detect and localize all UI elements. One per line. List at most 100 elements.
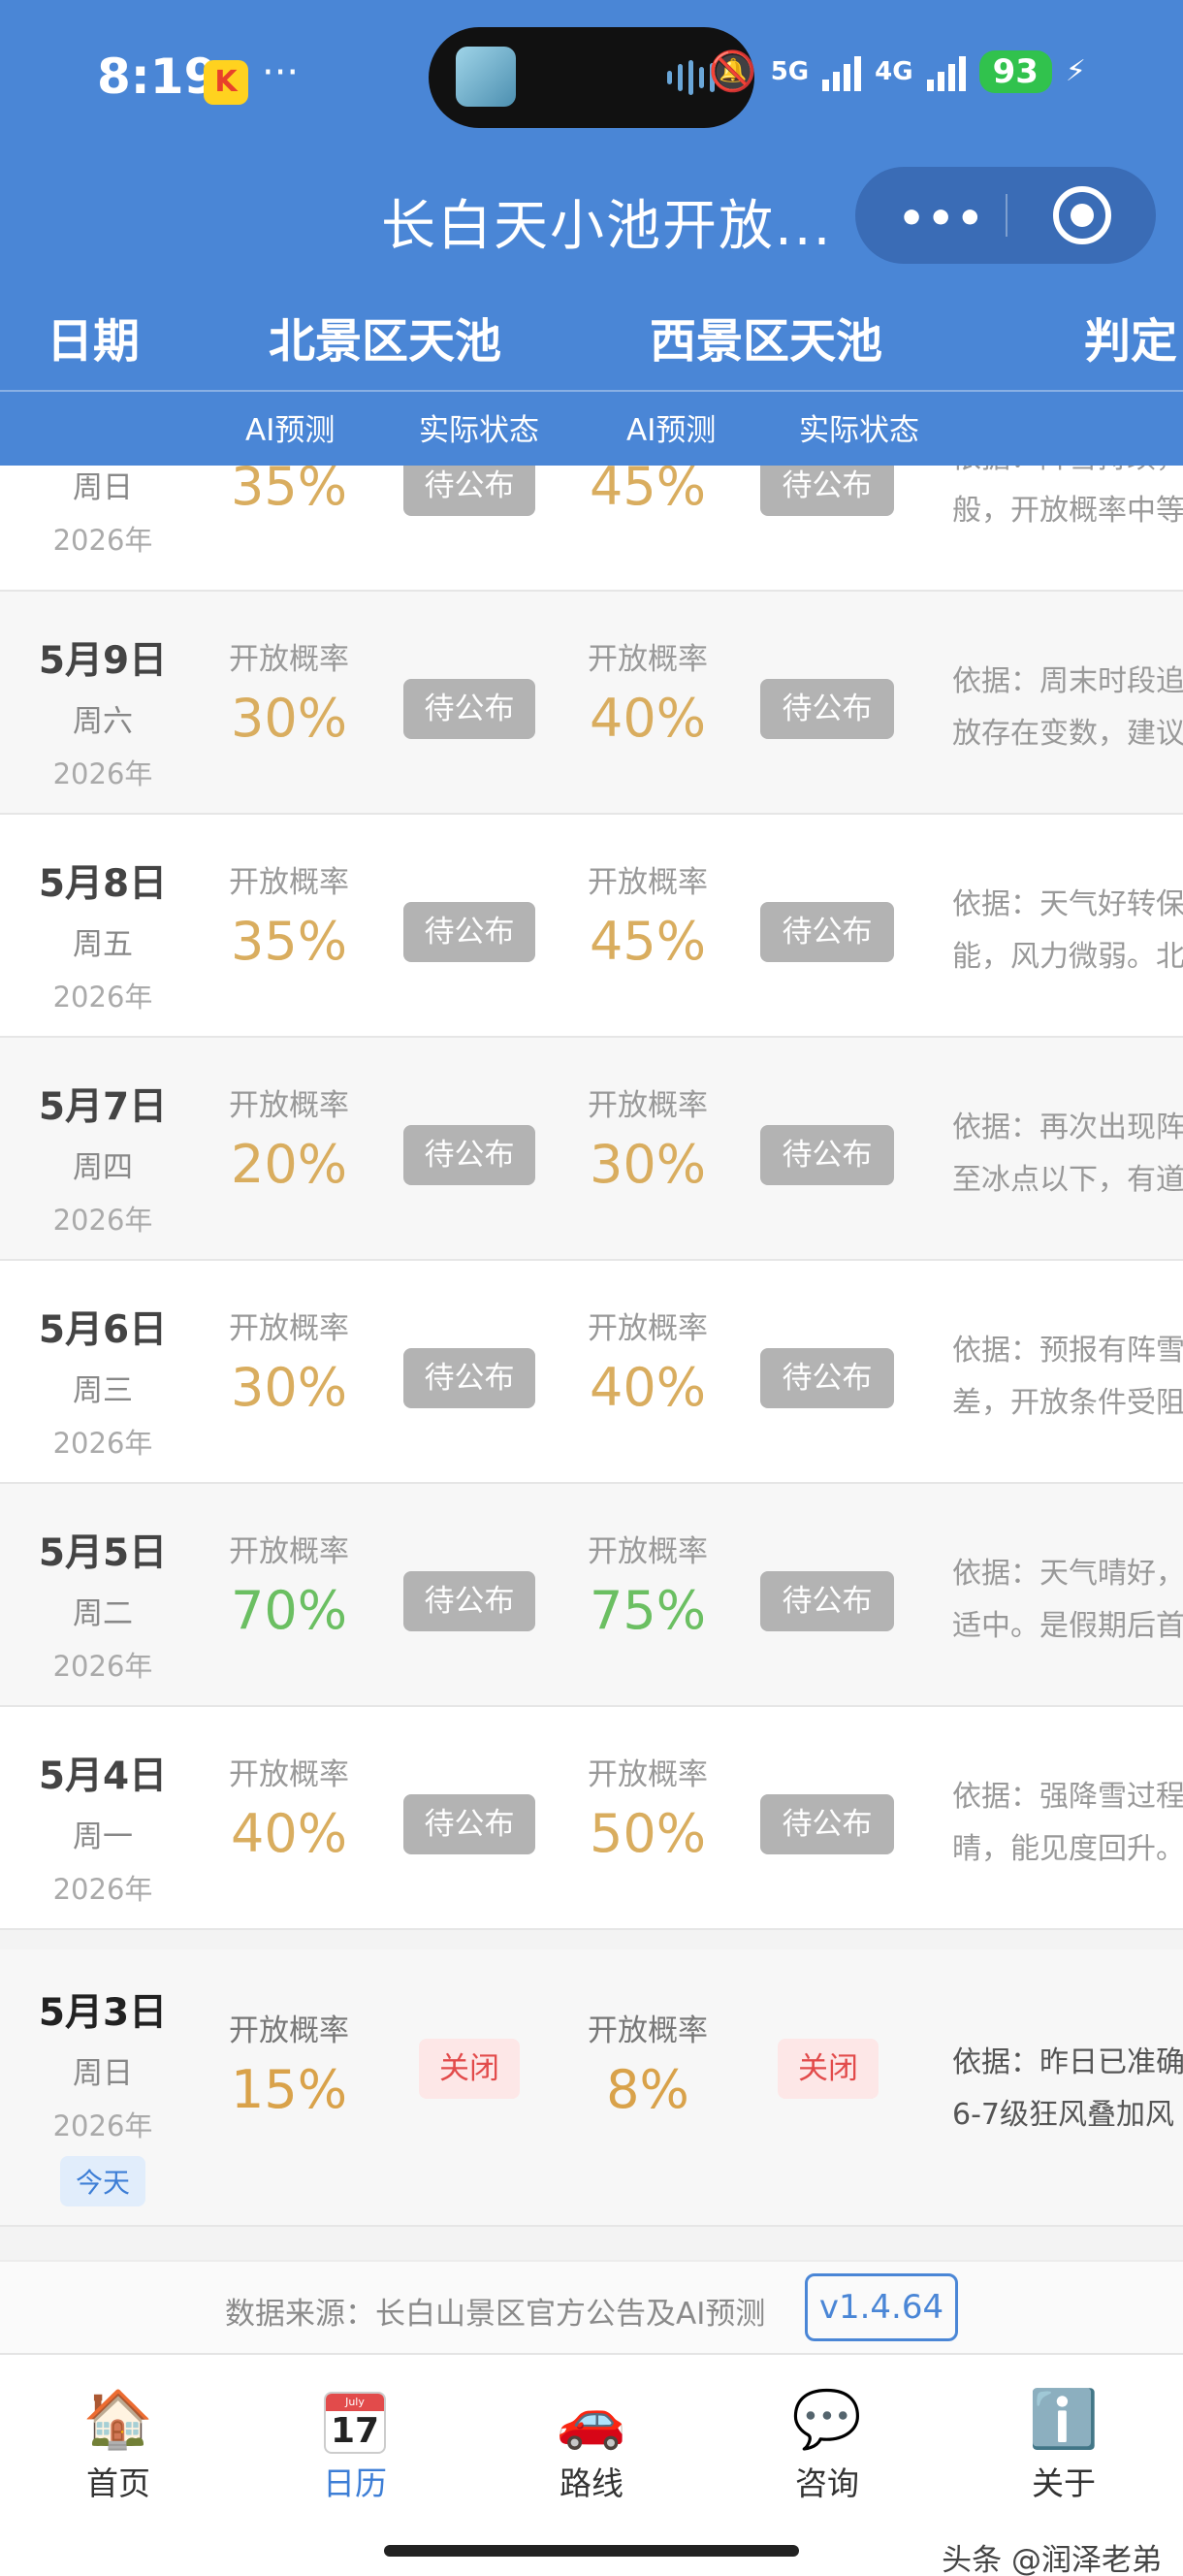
basis-text: 依据：天气好转保 能，风力微弱。北 <box>952 879 1183 983</box>
today-badge: 今天 <box>59 2156 145 2206</box>
prob-value: 35% <box>230 911 348 972</box>
prob-label: 开放概率 <box>229 1311 349 1346</box>
table-row[interactable]: 5月6日 周三 2026年 开放概率 30% 待公布 开放概率 40% 待公布 … <box>0 1261 1183 1484</box>
north-ai-prediction: 开放概率 35% <box>192 857 386 972</box>
col-north-tianchi: 北景区天池 <box>269 314 502 369</box>
basis-line-2: 般，开放概率中等 <box>952 494 1183 528</box>
north-status-badge: 待公布 <box>403 1125 535 1185</box>
tab-calendar[interactable]: July 17 日历 <box>287 2384 423 2504</box>
prob-label: 开放概率 <box>229 865 349 900</box>
weekday: 周六 <box>73 704 133 739</box>
tab-home[interactable]: 🏠 首页 <box>50 2384 186 2504</box>
basis-text: 依据：阵雪持续， 般，开放概率中等 <box>952 466 1183 537</box>
signal-bars-icon <box>822 52 862 91</box>
col-west-ai: AI预测 <box>626 413 717 448</box>
prob-value: 30% <box>589 1134 707 1195</box>
date-cell: 5月4日 周一 2026年 <box>21 1746 184 1908</box>
table-row[interactable]: 5月4日 周一 2026年 开放概率 40% 待公布 开放概率 50% 待公布 … <box>0 1707 1183 1930</box>
date: 5月4日 <box>38 1755 168 1798</box>
tab-consult[interactable]: 💬 咨询 <box>759 2384 895 2504</box>
forecast-table: 周日 2026年 35% 待公布 45% 待公布 依据：阵雪持续， 般，开放概率… <box>0 466 1183 2260</box>
weekday: 周日 <box>73 470 133 505</box>
west-ai-prediction: 开放概率 40% <box>551 634 745 749</box>
north-ai-prediction: 开放概率 30% <box>192 1304 386 1418</box>
north-ai-prediction: 开放概率 40% <box>192 1750 386 1864</box>
basis-text: 依据：预报有阵雪 差，开放条件受阻 <box>952 1325 1183 1430</box>
home-indicator[interactable] <box>384 2545 799 2557</box>
watermark: 头条 @润泽老弟 <box>942 2543 1162 2576</box>
prob-label: 开放概率 <box>588 865 708 900</box>
basis-line-1: 依据：天气好转保 <box>952 887 1183 921</box>
prob-value: 70% <box>230 1580 348 1641</box>
north-ai-prediction: 开放概率 15% <box>192 2006 386 2120</box>
prob-value: 40% <box>589 688 707 749</box>
tab-about[interactable]: ℹ️ 关于 <box>996 2384 1132 2504</box>
year: 2026年 <box>52 2109 153 2142</box>
date: 5月3日 <box>38 1991 168 2035</box>
date: 5月9日 <box>38 639 168 683</box>
table-row[interactable]: 5月7日 周四 2026年 开放概率 20% 待公布 开放概率 30% 待公布 … <box>0 1038 1183 1261</box>
prob-value: 50% <box>589 1803 707 1864</box>
north-ai-prediction: 开放概率 20% <box>192 1080 386 1195</box>
col-west-tianchi: 西景区天池 <box>650 314 883 369</box>
west-status-badge: 待公布 <box>760 1571 894 1631</box>
charging-icon: ⚡ <box>1065 54 1086 88</box>
date-cell: 5月8日 周五 2026年 <box>21 853 184 1015</box>
prob-value: 8% <box>606 2059 689 2120</box>
west-status-badge: 待公布 <box>760 466 894 516</box>
prob-label: 开放概率 <box>229 1088 349 1123</box>
date: 5月5日 <box>38 1531 168 1575</box>
west-ai-prediction: 开放概率 40% <box>551 1304 745 1418</box>
date-cell: 5月5日 周二 2026年 <box>21 1523 184 1685</box>
year: 2026年 <box>52 757 153 790</box>
west-ai-prediction: 开放概率 45% <box>551 857 745 972</box>
basis-line-2: 适中。是假期后首 <box>952 1609 1183 1643</box>
tab-route[interactable]: 🚗 路线 <box>524 2384 659 2504</box>
table-row[interactable]: 5月8日 周五 2026年 开放概率 35% 待公布 开放概率 45% 待公布 … <box>0 815 1183 1038</box>
date-cell: 周日 2026年 <box>21 466 184 559</box>
signal-bars-icon-2 <box>926 52 966 91</box>
west-status-badge: 待公布 <box>760 1794 894 1854</box>
data-source-bar: 数据来源：长白山景区官方公告及AI预测 v1.4.64 <box>0 2260 1183 2353</box>
basis-line-2: 放存在变数，建议 <box>952 717 1183 751</box>
more-options-button[interactable]: ••• <box>898 194 985 243</box>
close-target-icon[interactable] <box>1053 186 1111 244</box>
prob-label: 开放概率 <box>588 1757 708 1792</box>
table-header-main: 日期 北景区天池 西景区天池 判定 <box>0 303 1183 370</box>
table-row[interactable]: 5月5日 周二 2026年 开放概率 70% 待公布 开放概率 75% 待公布 … <box>0 1484 1183 1707</box>
basis-line-1: 依据：周末时段追 <box>952 664 1183 698</box>
basis-text: 依据：天气晴好， 适中。是假期后首 <box>952 1548 1183 1653</box>
basis-text: 依据：强降雪过程 晴，能见度回升。 <box>952 1771 1183 1876</box>
basis-line-2: 至冰点以下，有道 <box>952 1163 1183 1197</box>
prob-label: 开放概率 <box>229 2013 349 2048</box>
col-judgement: 判定 <box>1084 314 1178 369</box>
north-ai-prediction: 35% <box>192 466 386 517</box>
app-notification-icon: K <box>204 60 248 105</box>
year: 2026年 <box>52 1650 153 1683</box>
north-ai-prediction: 开放概率 30% <box>192 634 386 749</box>
date: 5月6日 <box>38 1308 168 1352</box>
calendar-month: July <box>326 2393 384 2411</box>
weekday: 周一 <box>73 1819 133 1854</box>
year: 2026年 <box>52 1427 153 1460</box>
tab-label: 首页 <box>86 2464 150 2502</box>
prob-label: 开放概率 <box>588 1311 708 1346</box>
table-row[interactable]: 5月9日 周六 2026年 开放概率 30% 待公布 开放概率 40% 待公布 … <box>0 592 1183 815</box>
car-icon: 🚗 <box>556 2386 627 2452</box>
date-cell: 5月7日 周四 2026年 <box>21 1077 184 1239</box>
dynamic-island[interactable] <box>429 27 754 128</box>
table-row[interactable]: 周日 2026年 35% 待公布 45% 待公布 依据：阵雪持续， 般，开放概率… <box>0 466 1183 592</box>
weekday: 周三 <box>73 1373 133 1408</box>
prob-value: 15% <box>230 2059 348 2120</box>
version-badge[interactable]: v1.4.64 <box>805 2273 958 2341</box>
prob-label: 开放概率 <box>588 642 708 677</box>
date-cell: 5月6日 周三 2026年 <box>21 1300 184 1462</box>
north-status-badge: 待公布 <box>403 902 535 962</box>
tab-label: 路线 <box>560 2464 623 2502</box>
table-row-today[interactable]: 5月3日 周日 2026年 今天 开放概率 15% 关闭 开放概率 8% 关闭 … <box>0 1949 1183 2227</box>
north-status-badge: 待公布 <box>403 466 535 516</box>
calendar-icon: July 17 <box>287 2384 423 2454</box>
mute-bell-icon: 🔕 <box>708 49 757 94</box>
west-status-badge: 待公布 <box>760 1348 894 1408</box>
west-status-badge: 待公布 <box>760 1125 894 1185</box>
